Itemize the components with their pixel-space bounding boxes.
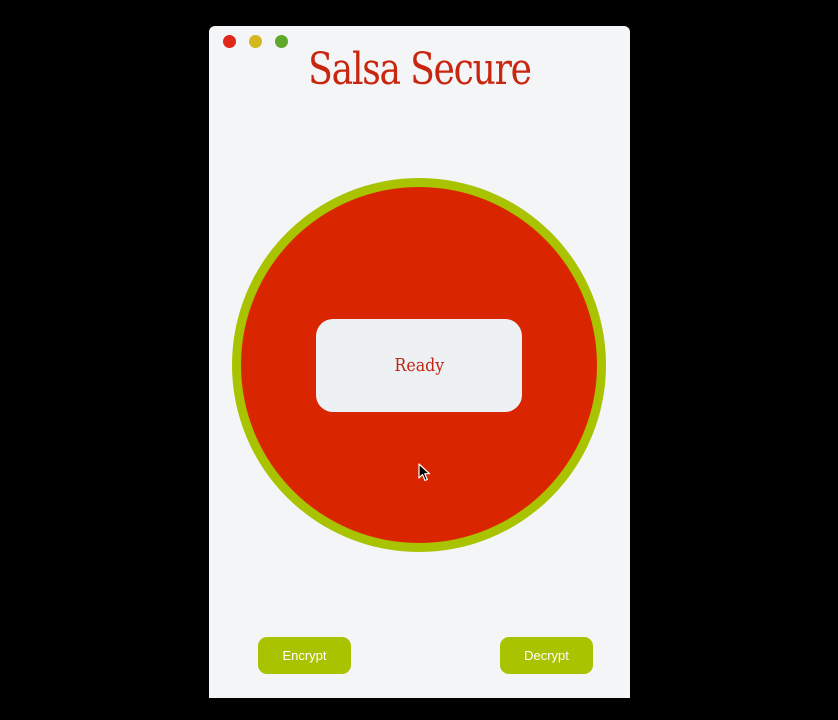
status-disc: Ready — [241, 187, 597, 543]
close-window-button[interactable] — [223, 35, 236, 48]
mouse-pointer-icon — [418, 463, 431, 482]
app-window: Salsa Secure Ready Encrypt Decrypt — [209, 26, 630, 698]
status-text: Ready — [394, 355, 444, 376]
app-title: Salsa Secure — [308, 44, 532, 95]
status-card: Ready — [316, 319, 522, 412]
decrypt-button[interactable]: Decrypt — [500, 637, 593, 674]
encrypt-button[interactable]: Encrypt — [258, 637, 351, 674]
status-ring: Ready — [232, 178, 606, 552]
